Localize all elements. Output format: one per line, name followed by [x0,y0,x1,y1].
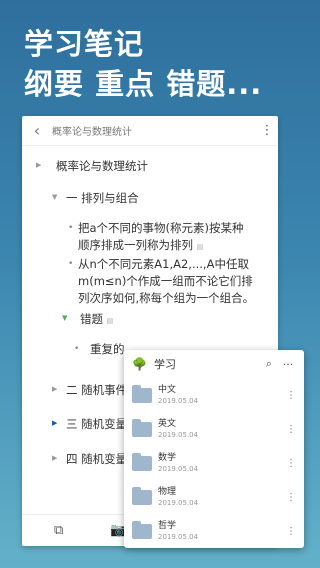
folder-item[interactable]: 英文 2019.05.04 ⋮ [124,412,304,446]
folder-name: 哲学 [158,521,177,531]
folder-icon [132,384,152,403]
collapse-arrow-icon[interactable]: ▶ [36,161,46,169]
popup-header: 🌳 学习 ⌕ ··· [124,350,304,378]
note-icon[interactable]: ▤ [107,317,114,325]
collapse-arrow-icon[interactable]: ▶ [52,454,62,462]
select-frame-icon[interactable]: ⧉ [54,523,63,538]
folder-name: 中文 [158,385,177,395]
popup-title: 学习 [154,358,176,371]
folder-date: 2019.05.04 [158,499,199,507]
folder-item[interactable]: 物理 2019.05.04 ⋮ [124,480,304,514]
outline-root[interactable]: ▶ 概率论与数理统计 [22,158,278,175]
outline-bullet-1[interactable]: • 把a个不同的事物(称元素)按某种顺序排成一列称为排列 ▤ [22,220,278,256]
collapse-arrow-icon[interactable]: ▶ [52,385,62,393]
expand-arrow-icon[interactable]: ▼ [62,314,72,322]
page-title: 概率论与数理统计 [52,127,132,138]
folder-date: 2019.05.04 [158,465,199,473]
outline-bullet-1-label: 把a个不同的事物(称元素)按某种顺序排成一列称为排列 [78,221,244,252]
folder-more-icon[interactable]: ⋮ [286,492,296,503]
folder-name: 英文 [158,419,177,429]
outline-section-3-label: 三 随机变量 [66,417,128,431]
outline-section-1[interactable]: ▼ 一 排列与组合 [22,190,278,207]
folder-icon [132,520,152,539]
outline-bullet-2-label: 从n个不同元素A1,A2,...,A中任取m(m≤n)个作成一组而不论它们排列次… [78,257,255,305]
outline-section-1-label: 一 排列与组合 [66,191,139,205]
folder-date: 2019.05.04 [158,431,199,439]
folder-icon [132,486,152,505]
folder-date: 2019.05.04 [158,533,199,541]
folder-icon [132,452,152,471]
folder-more-icon[interactable]: ⋮ [286,424,296,435]
bullet-icon: • [74,344,80,354]
bullet-icon: • [68,223,74,233]
search-icon[interactable]: ⌕ [258,357,280,371]
more-options-icon[interactable]: ··· [280,358,296,371]
outline-wrong-label: 错题 [80,312,103,326]
outline-root-label: 概率论与数理统计 [56,159,148,173]
expand-arrow-icon[interactable]: ▼ [52,193,62,201]
folder-item[interactable]: 哲学 2019.05.04 ⋮ [124,514,304,548]
top-bar: ‹ 概率论与数理统计 ⋮ [22,116,278,146]
back-icon[interactable]: ‹ [22,121,52,140]
folder-more-icon[interactable]: ⋮ [286,390,296,401]
outline-section-2-label: 二 随机事件 [66,383,128,397]
hero-line-2: 纲要 重点 错题... [24,67,263,101]
outline-wrong-questions[interactable]: ▼ 错题 ▤ [22,311,278,330]
folder-more-icon[interactable]: ⋮ [286,526,296,537]
folder-name: 物理 [158,487,177,497]
hero-title: 学习笔记 纲要 重点 错题... [24,24,262,104]
more-options-icon[interactable]: ⋮ [256,123,278,138]
folder-date: 2019.05.04 [158,397,199,405]
outline-section-4-label: 四 随机变量 [66,452,128,466]
bullet-icon: • [68,259,74,269]
collapse-arrow-icon[interactable]: ▶ [52,419,62,427]
folder-item[interactable]: 数学 2019.05.04 ⋮ [124,446,304,480]
folder-item[interactable]: 中文 2019.05.04 ⋮ [124,378,304,412]
folder-popup: 🌳 学习 ⌕ ··· 中文 2019.05.04 ⋮ 英文 2019.05.04… [124,350,304,548]
outline-bullet-3-label: 重复的 [90,342,125,356]
hero-line-1: 学习笔记 [24,27,145,61]
outline-bullet-2[interactable]: • 从n个不同元素A1,A2,...,A中任取m(m≤n)个作成一组而不论它们排… [22,256,278,307]
folder-name: 数学 [158,453,177,463]
note-icon[interactable]: ▤ [197,243,204,251]
tree-icon: 🌳 [132,357,147,371]
folder-more-icon[interactable]: ⋮ [286,458,296,469]
folder-icon [132,418,152,437]
